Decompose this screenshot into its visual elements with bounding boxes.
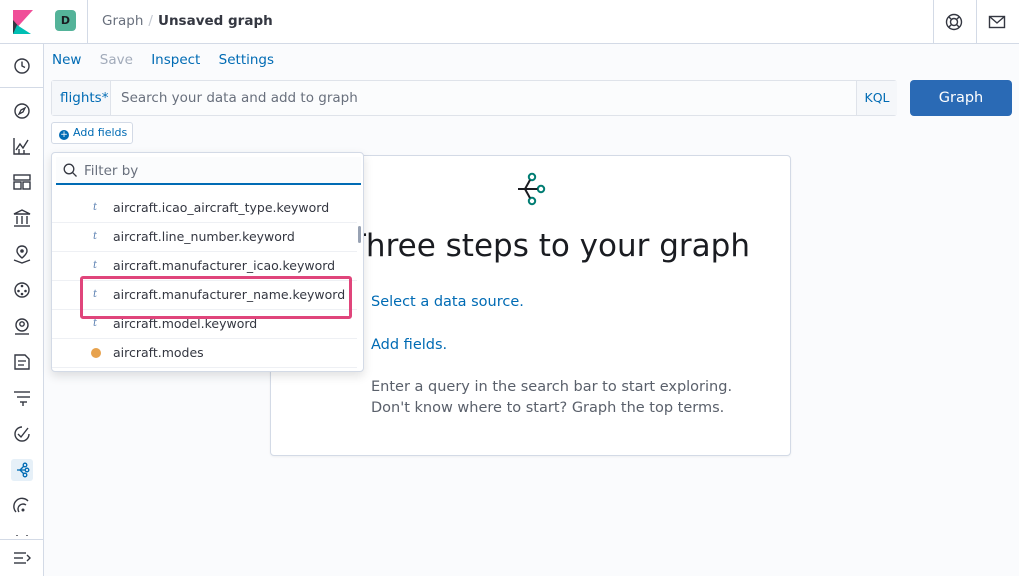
top-nav-menu: New Save Inspect Settings [52,52,288,68]
maps-icon[interactable] [11,243,33,265]
string-type-icon: t [93,260,98,271]
field-option[interactable]: t aircraft.model.keyword [52,310,357,339]
add-fields-label: Add fields [73,126,128,139]
field-name: aircraft.manufacturer_icao.keyword [113,258,336,273]
header-divider [87,0,88,44]
add-fields-link[interactable]: Add fields. [371,337,447,353]
search-bar: flights* KQL [51,80,897,116]
add-fields-button[interactable]: + Add fields [51,122,133,144]
top-header: D Graph / Unsaved graph [0,0,1019,44]
plus-circle-icon: + [59,130,69,140]
search-input[interactable] [112,81,856,115]
nav-divider [0,87,44,88]
field-name: aircraft.modes [113,345,204,360]
infrastructure-icon[interactable] [11,315,33,337]
collapse-nav-icon[interactable] [11,547,33,569]
dashboard-icon[interactable] [11,171,33,193]
string-type-icon: t [93,202,98,213]
breadcrumb-current: Unsaved graph [157,13,273,29]
space-avatar[interactable]: D [55,10,76,31]
side-nav [0,44,44,576]
field-option[interactable]: t aircraft.line_number.keyword [52,223,357,252]
string-type-icon: t [93,231,98,242]
settings-button[interactable]: Settings [219,52,274,68]
field-option-highlighted[interactable]: t aircraft.manufacturer_name.keyword [52,281,357,310]
string-type-icon: t [93,289,98,300]
new-button[interactable]: New [52,52,81,68]
geo-type-icon [91,348,101,358]
siem-icon[interactable] [11,495,33,517]
field-name: aircraft.model.keyword [113,316,258,331]
breadcrumb: Graph / Unsaved graph [102,13,273,29]
field-name: aircraft.icao_aircraft_type.keyword [113,200,330,215]
field-name: aircraft.manufacturer_name.keyword [113,287,346,302]
apm-icon[interactable] [11,387,33,409]
more-apps-icon[interactable] [11,530,33,536]
guidance-title: Three steps to your graph [347,228,750,264]
field-list-scrollbar[interactable] [358,226,361,243]
guidance-step3-hint: Don't know where to start? Graph the top… [371,400,725,416]
canvas-icon[interactable] [11,207,33,229]
field-filter-input[interactable] [84,158,354,184]
string-type-icon: t [93,318,98,329]
header-divider [976,0,977,44]
field-option[interactable]: t aircraft.icao_aircraft_type.keyword [52,194,357,223]
header-divider [933,0,934,44]
select-data-source-link[interactable]: Select a data source. [371,294,524,310]
inspect-button[interactable]: Inspect [151,52,200,68]
graph-nav-icon[interactable] [11,459,33,481]
uptime-icon[interactable] [11,423,33,445]
save-button: Save [99,52,133,68]
graph-app-icon [518,172,546,206]
breadcrumb-separator: / [148,13,153,29]
guidance-step3-text: Enter a query in the search bar to start… [371,379,733,395]
graph-submit-button[interactable]: Graph [910,80,1012,116]
nav-divider [0,539,44,540]
field-name: aircraft.line_number.keyword [113,229,295,244]
field-picker-popover: t aircraft.icao_aircraft_type.keyword t … [51,152,364,372]
breadcrumb-graph[interactable]: Graph [102,13,143,29]
search-icon [63,163,77,177]
field-filter [56,157,361,185]
field-list: t aircraft.icao_aircraft_type.keyword t … [52,194,357,368]
index-pattern-selector[interactable]: flights* [52,81,111,115]
discover-icon[interactable] [11,100,33,122]
recently-viewed-icon[interactable] [11,55,33,77]
ml-icon[interactable] [11,279,33,301]
field-option[interactable]: t aircraft.manufacturer_icao.keyword [52,252,357,281]
query-language-toggle[interactable]: KQL [856,81,897,115]
field-option[interactable]: aircraft.modes [52,339,357,368]
help-lifebuoy-icon[interactable] [944,12,964,32]
kibana-logo-icon[interactable] [11,10,33,34]
visualize-icon[interactable] [11,135,33,157]
logs-icon[interactable] [11,351,33,373]
mail-icon[interactable] [987,12,1007,32]
